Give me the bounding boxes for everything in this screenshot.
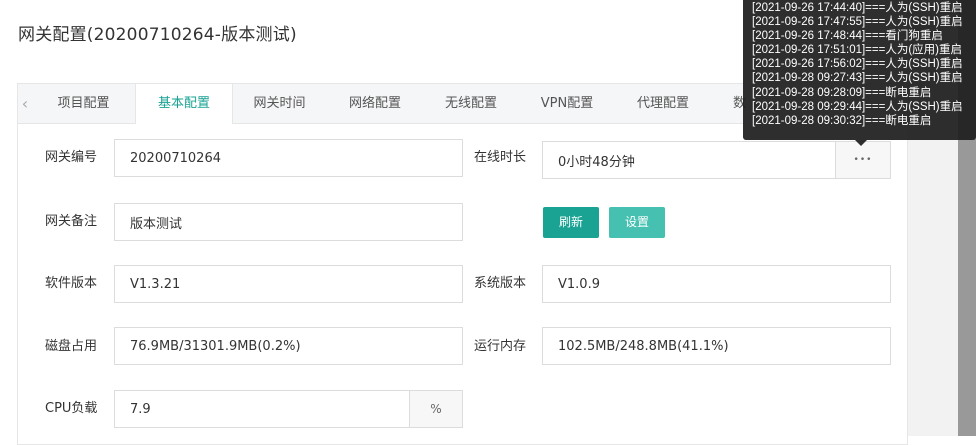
system-version-field[interactable]: V1.0.9 — [542, 265, 891, 303]
tab-vpn-config[interactable]: VPN配置 — [519, 84, 615, 123]
tooltip-line: [2021-09-26 17:51:01]===人为(应用)重启 — [752, 44, 962, 57]
tab-proxy-config[interactable]: 代理配置 — [615, 84, 711, 123]
refresh-button[interactable]: 刷新 — [543, 207, 599, 238]
gateway-note-label: 网关备注 — [45, 214, 98, 229]
online-time-label: 在线时长 — [474, 150, 527, 165]
restart-history-tooltip: [2021-09-26 17:44:40]===人为(SSH)重启 [2021-… — [743, 0, 976, 140]
tab-scroll-left-icon[interactable]: ‹ — [18, 84, 32, 123]
tooltip-line: [2021-09-26 17:48:44]===看门狗重启 — [752, 30, 943, 43]
tab-gateway-time[interactable]: 网关时间 — [232, 84, 327, 123]
gateway-note-field[interactable]: 版本测试 — [114, 203, 463, 241]
online-time-value: 0小时48分钟 — [558, 154, 635, 170]
tab-basic-config[interactable]: 基本配置 — [135, 84, 233, 124]
online-time-field[interactable]: 0小时48分钟 ••• — [542, 141, 891, 179]
cpu-load-field[interactable]: 7.9 % — [114, 390, 463, 428]
tab-wireless-config[interactable]: 无线配置 — [423, 84, 519, 123]
memory-field[interactable]: 102.5MB/248.8MB(41.1%) — [542, 327, 891, 365]
gateway-id-label: 网关编号 — [45, 150, 98, 165]
gateway-id-field[interactable]: 20200710264 — [114, 139, 463, 177]
disk-usage-label: 磁盘占用 — [45, 339, 98, 354]
tooltip-line: [2021-09-28 09:30:32]===断电重启 — [752, 114, 932, 127]
tooltip-line: [2021-09-28 09:28:09]===断电重启 — [752, 86, 932, 99]
software-version-label: 软件版本 — [45, 276, 98, 291]
page-title: 网关配置(20200710264-版本测试) — [18, 25, 297, 45]
tooltip-line: [2021-09-26 17:44:40]===人为(SSH)重启 — [752, 2, 963, 14]
software-version-field[interactable]: V1.3.21 — [114, 265, 463, 303]
memory-label: 运行内存 — [474, 339, 527, 354]
tooltip-line: [2021-09-26 17:47:55]===人为(SSH)重启 — [752, 16, 963, 29]
tooltip-line: [2021-09-28 09:27:43]===人为(SSH)重启 — [752, 72, 963, 85]
tooltip-line: [2021-09-26 17:56:02]===人为(SSH)重启 — [752, 58, 963, 71]
system-version-label: 系统版本 — [474, 276, 527, 291]
cpu-load-value: 7.9 — [130, 401, 151, 417]
tooltip-line: [2021-09-28 09:29:44]===人为(SSH)重启 — [752, 100, 963, 113]
more-icon[interactable]: ••• — [835, 141, 891, 179]
tab-project-config[interactable]: 项目配置 — [32, 84, 135, 123]
disk-usage-field[interactable]: 76.9MB/31301.9MB(0.2%) — [114, 327, 463, 365]
percent-unit: % — [409, 390, 463, 428]
tooltip-arrow — [855, 140, 867, 146]
settings-button[interactable]: 设置 — [609, 207, 665, 238]
cpu-load-label: CPU负载 — [45, 401, 98, 416]
tab-network-config[interactable]: 网络配置 — [327, 84, 423, 123]
